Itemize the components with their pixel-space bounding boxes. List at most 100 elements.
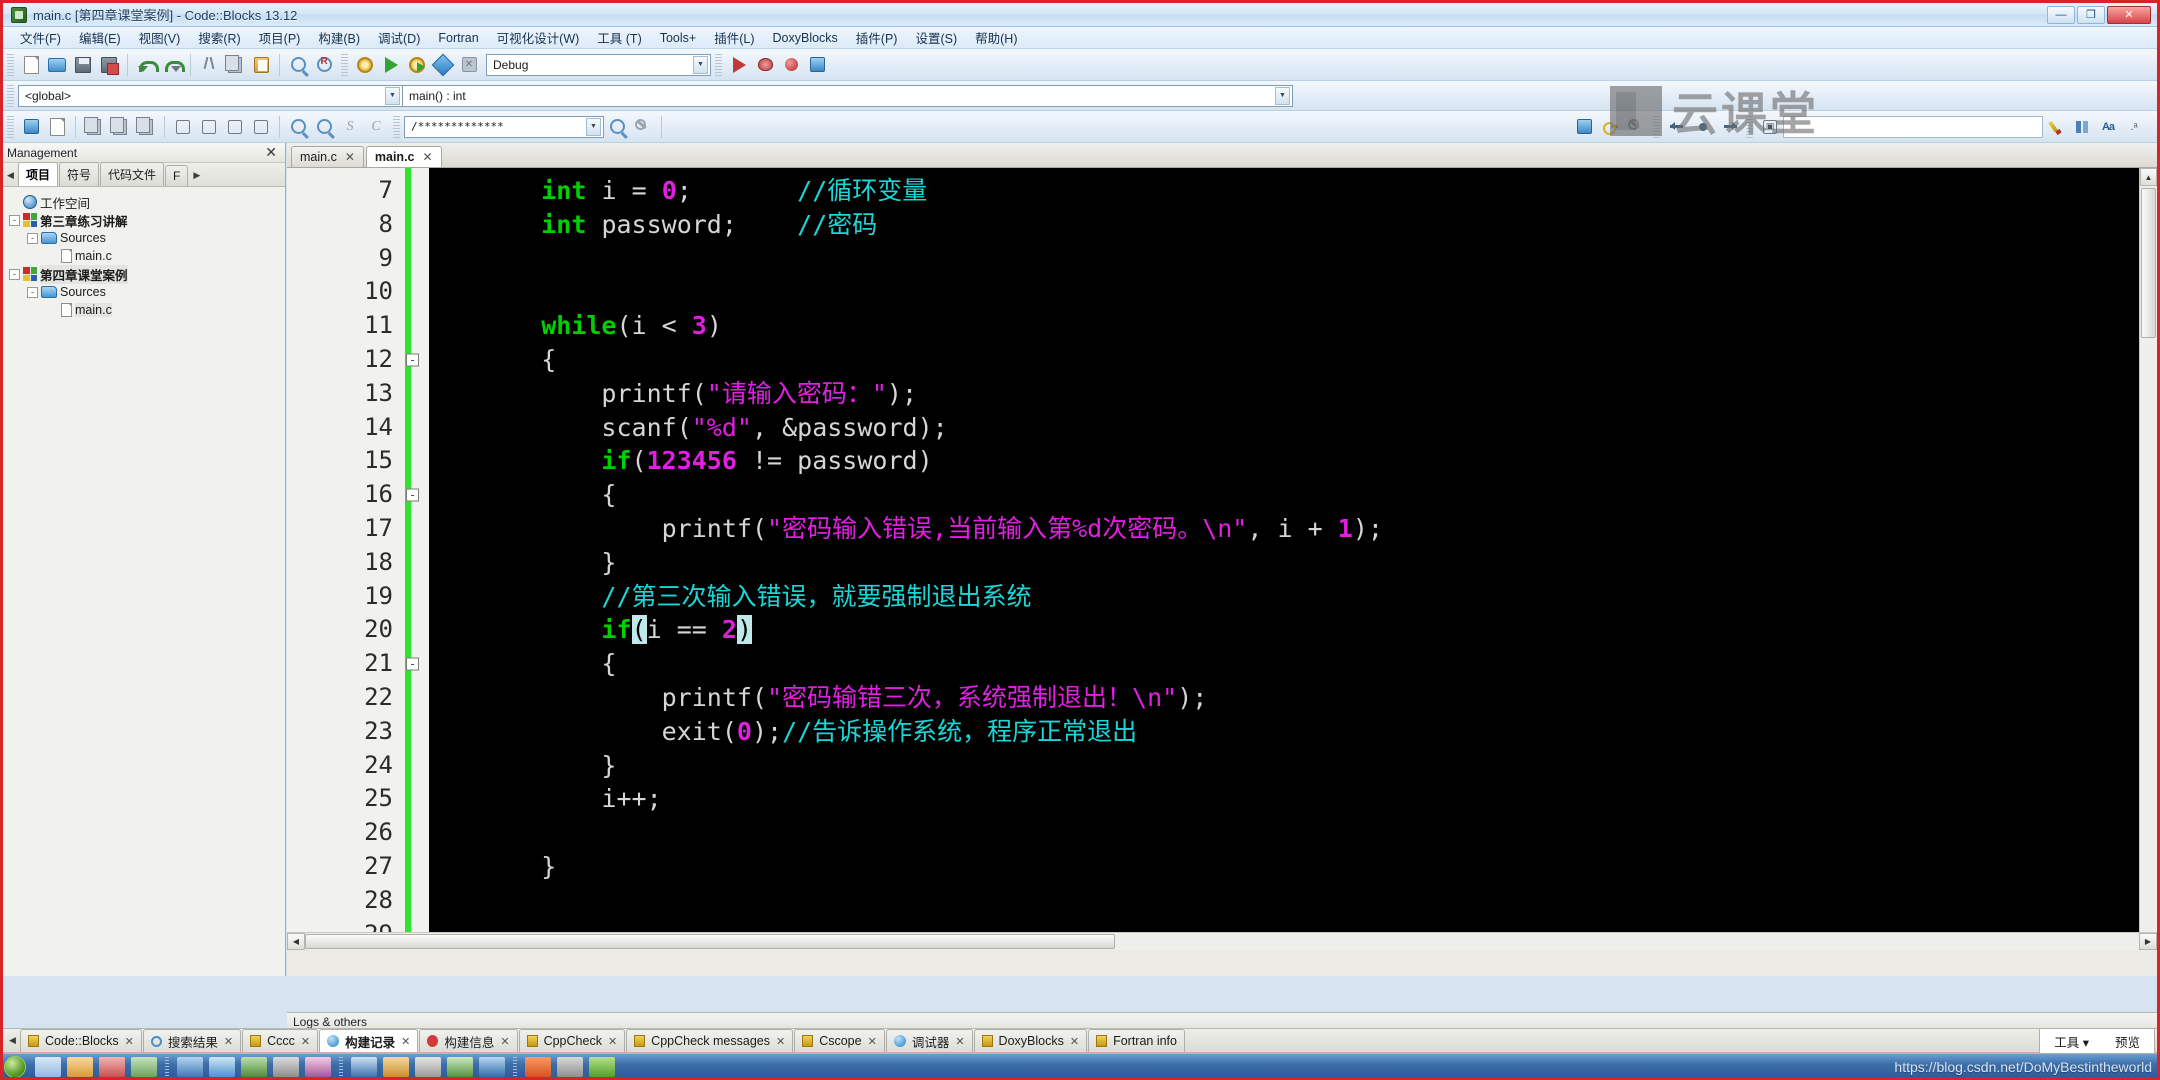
line-number[interactable]: 18 bbox=[287, 546, 429, 580]
vertical-scroll-thumb[interactable] bbox=[2141, 188, 2156, 338]
toolbar-grip[interactable] bbox=[393, 115, 400, 138]
code-line[interactable]: exit(0);//告诉操作系统，程序正常退出 bbox=[429, 715, 2157, 749]
editor-vertical-scrollbar[interactable]: ▲ ▼ bbox=[2139, 168, 2157, 950]
doxy-s-icon[interactable]: S bbox=[338, 115, 362, 139]
menu-item-4[interactable]: 项目(P) bbox=[250, 26, 310, 49]
menu-item-2[interactable]: 视图(V) bbox=[130, 26, 190, 49]
zoom-in-icon[interactable] bbox=[286, 115, 310, 139]
more-icon[interactable]: .ᵃ bbox=[2122, 115, 2146, 139]
pencil-icon[interactable] bbox=[2044, 115, 2068, 139]
run-icon[interactable] bbox=[379, 53, 403, 77]
management-tab-代码文件[interactable]: 代码文件 bbox=[100, 162, 165, 186]
taskbar-item[interactable] bbox=[479, 1057, 505, 1077]
taskbar-item[interactable] bbox=[177, 1057, 203, 1077]
fold-toggle-icon[interactable]: - bbox=[406, 488, 419, 502]
chevron-down-icon[interactable]: ▼ bbox=[693, 55, 708, 74]
taskbar-item[interactable] bbox=[273, 1057, 299, 1077]
minimize-button[interactable]: — bbox=[2047, 5, 2075, 24]
new-file-icon[interactable] bbox=[19, 53, 43, 77]
code-line[interactable]: //第三次输入错误，就要强制退出系统 bbox=[429, 580, 2157, 614]
find-icon[interactable] bbox=[286, 53, 310, 77]
tree-item[interactable]: 工作空间 bbox=[9, 193, 285, 211]
line-number[interactable]: 16- bbox=[287, 478, 429, 512]
menu-item-14[interactable]: 设置(S) bbox=[906, 26, 966, 49]
logs-tab-10[interactable]: Fortran info bbox=[1088, 1029, 1185, 1052]
line-number[interactable]: 24 bbox=[287, 749, 429, 783]
code-text[interactable]: int i = 0; //循环变量 int password; //密码 whi… bbox=[429, 168, 2157, 950]
close-icon[interactable]: ✕ bbox=[401, 1035, 410, 1048]
doxy-wrench-icon[interactable] bbox=[631, 115, 655, 139]
toolbar-grip[interactable] bbox=[341, 53, 348, 76]
build-target-select[interactable]: Debug ▼ bbox=[486, 53, 711, 76]
chevron-down-icon[interactable]: ▼ bbox=[586, 117, 601, 136]
close-icon[interactable]: ✕ bbox=[955, 1035, 964, 1048]
line-number[interactable]: 12- bbox=[287, 343, 429, 377]
line-number[interactable]: 27 bbox=[287, 850, 429, 884]
line-number[interactable]: 28 bbox=[287, 884, 429, 918]
menu-item-7[interactable]: Fortran bbox=[429, 29, 487, 47]
logs-tab-7[interactable]: Cscope ✕ bbox=[794, 1029, 885, 1052]
code-line[interactable]: printf("密码输错三次，系统强制退出！\n"); bbox=[429, 681, 2157, 715]
toolbar-grip[interactable] bbox=[7, 53, 14, 76]
taskbar-item[interactable] bbox=[351, 1057, 377, 1077]
doxy-c-icon[interactable]: C bbox=[364, 115, 388, 139]
code-line[interactable]: } bbox=[429, 850, 2157, 884]
tree-expander-icon[interactable]: - bbox=[9, 214, 20, 226]
taskbar-item[interactable] bbox=[67, 1057, 93, 1077]
frame-icon[interactable]: ▣ bbox=[1758, 115, 1782, 139]
build-icon[interactable] bbox=[353, 53, 377, 77]
start-button-icon[interactable] bbox=[4, 1056, 26, 1078]
line-number[interactable]: 10 bbox=[287, 275, 429, 309]
editor-tab-1[interactable]: main.c ✕ bbox=[365, 146, 442, 167]
tree-expander-icon[interactable]: - bbox=[9, 268, 20, 280]
menu-item-1[interactable]: 编辑(E) bbox=[70, 26, 130, 49]
taskbar-item[interactable] bbox=[447, 1057, 473, 1077]
doxy-comment-input[interactable]: /************* ▼ bbox=[404, 115, 604, 138]
menu-item-5[interactable]: 构建(B) bbox=[309, 26, 369, 49]
menu-item-15[interactable]: 帮助(H) bbox=[966, 26, 1026, 49]
line-number[interactable]: 20 bbox=[287, 613, 429, 647]
copy-icon[interactable] bbox=[223, 53, 247, 77]
line-number[interactable]: 14 bbox=[287, 411, 429, 445]
taskbar-item[interactable] bbox=[383, 1057, 409, 1077]
cut-icon[interactable] bbox=[197, 53, 221, 77]
close-icon[interactable]: ✕ bbox=[423, 150, 433, 164]
code-line[interactable]: int password; //密码 bbox=[429, 208, 2157, 242]
close-button[interactable]: ✕ bbox=[2107, 5, 2151, 24]
logs-tab-9[interactable]: DoxyBlocks ✕ bbox=[973, 1029, 1088, 1052]
line-number[interactable]: 23 bbox=[287, 715, 429, 749]
close-icon[interactable]: ✕ bbox=[224, 1035, 233, 1048]
menu-item-11[interactable]: 插件(L) bbox=[705, 26, 763, 49]
comment-icon[interactable] bbox=[82, 115, 106, 139]
tree-expander-icon[interactable]: - bbox=[27, 232, 38, 244]
code-line[interactable]: } bbox=[429, 749, 2157, 783]
zoom-out-icon[interactable] bbox=[312, 115, 336, 139]
close-icon[interactable]: ✕ bbox=[261, 144, 281, 161]
prev-icon[interactable] bbox=[1665, 115, 1689, 139]
line-number[interactable]: 19 bbox=[287, 580, 429, 614]
save-all-icon[interactable] bbox=[97, 53, 121, 77]
line-number[interactable]: 7 bbox=[287, 174, 429, 208]
menu-item-10[interactable]: Tools+ bbox=[651, 29, 705, 47]
menu-item-9[interactable]: 工具 (T) bbox=[588, 26, 650, 49]
close-icon[interactable]: ✕ bbox=[301, 1035, 310, 1048]
uncomment-icon[interactable] bbox=[108, 115, 132, 139]
menu-item-12[interactable]: DoxyBlocks bbox=[764, 29, 847, 47]
scroll-left-icon[interactable]: ◀ bbox=[287, 933, 305, 950]
logs-tab-4[interactable]: 构建信息 ✕ bbox=[419, 1029, 518, 1052]
logs-tab-1[interactable]: 搜索结果 ✕ bbox=[142, 1029, 242, 1052]
code-line[interactable]: int i = 0; //循环变量 bbox=[429, 174, 2157, 208]
line-number[interactable]: 9 bbox=[287, 242, 429, 276]
fold-toggle-icon[interactable]: - bbox=[406, 353, 419, 367]
toolbar-grip[interactable] bbox=[7, 84, 14, 107]
menu-item-0[interactable]: 文件(F) bbox=[11, 26, 70, 49]
code-line[interactable]: { bbox=[429, 647, 2157, 681]
breakpoint-icon[interactable] bbox=[779, 53, 803, 77]
management-tabs-prev-icon[interactable]: ◀ bbox=[3, 164, 18, 186]
taskbar-item[interactable] bbox=[35, 1057, 61, 1077]
rebuild-icon[interactable] bbox=[431, 53, 455, 77]
line-number[interactable]: 17 bbox=[287, 512, 429, 546]
management-tab-项目[interactable]: 项目 bbox=[18, 162, 59, 186]
bookmark-clear-icon[interactable] bbox=[45, 115, 69, 139]
tree-item[interactable]: - 第三章练习讲解 bbox=[9, 211, 285, 229]
